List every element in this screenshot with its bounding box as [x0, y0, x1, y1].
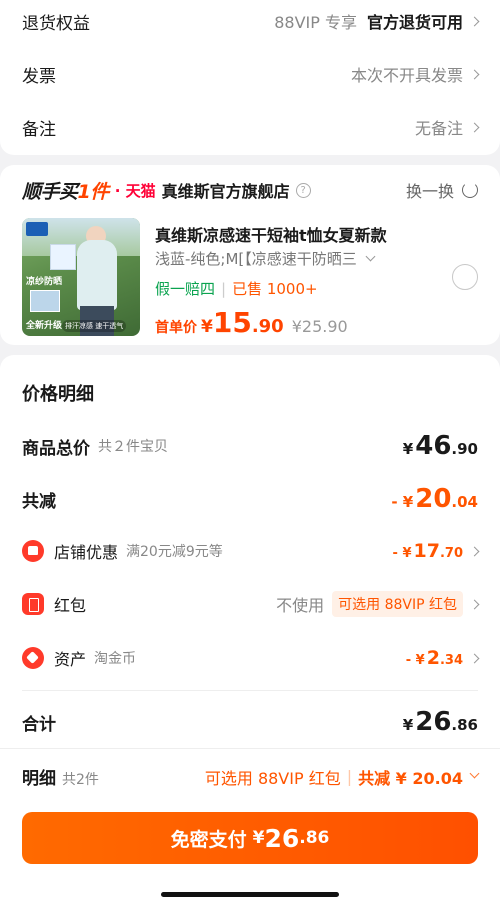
assets-row[interactable]: 资产 淘金币 - ¥2.34: [22, 645, 480, 671]
product-title[interactable]: 真维斯凉感速干短袖t恤女夏新款: [155, 222, 387, 246]
red-packet-icon: [22, 593, 44, 615]
red-packet-value: 不使用: [276, 596, 325, 615]
shunshou-logo: 顺手买1件: [22, 180, 109, 203]
store-icon: [22, 540, 44, 562]
help-icon[interactable]: ?: [295, 182, 311, 198]
total-row: 合计 ¥26.86: [22, 707, 478, 737]
home-indicator[interactable]: [161, 892, 339, 897]
reduce-summary: 共减 ¥ 20.04: [358, 768, 463, 788]
price-detail-title: 价格明细: [22, 384, 94, 405]
assets-amount: - ¥2.34: [405, 647, 463, 669]
note-value: 无备注: [414, 119, 463, 138]
pay-button[interactable]: 免密支付 ¥ 26 .86: [22, 812, 478, 864]
original-price: ¥25.90: [291, 317, 348, 336]
product-thumbnail[interactable]: 凉纱防晒 全新升级 排汗凉感 速干透气: [22, 218, 140, 336]
returns-row[interactable]: 退货权益 88VIP 专享 官方退货可用: [22, 8, 480, 34]
product-price: 首单价 ¥ 15 .90 ¥25.90: [155, 306, 348, 339]
store-header: 顺手买1件 · 天猫 真维斯官方旗舰店 ? 换一换: [22, 177, 478, 203]
store-name[interactable]: 真维斯官方旗舰店: [162, 178, 290, 202]
chevron-right-icon: [469, 69, 480, 79]
brand-badge: [26, 222, 48, 236]
swap-button[interactable]: 换一换: [406, 178, 478, 202]
detail-summary-row[interactable]: 明细 共2件 可选用 88VIP 红包 | 共减 ¥ 20.04: [22, 764, 480, 789]
swap-label: 换一换: [405, 182, 454, 201]
thumb-text: 凉纱防晒: [26, 277, 63, 287]
detail-label: 明细: [22, 769, 56, 789]
vip-red-packet-tag[interactable]: 可选用 88VIP 红包: [332, 591, 463, 617]
invoice-value: 本次不开具发票: [350, 66, 463, 85]
reduction-row: 共减 - ¥20.04: [22, 484, 478, 514]
chevron-down-icon: [365, 251, 376, 262]
product-spec: 浅蓝-纯色;M[【凉感速干防晒三: [155, 250, 357, 268]
returns-tag: 88VIP 专享: [274, 13, 357, 32]
thumb-text: 全新升级: [26, 321, 63, 331]
product-tags: 假一赔四 | 已售 1000+: [155, 279, 318, 299]
reduction-amount: - ¥20.04: [391, 484, 478, 514]
invoice-label: 发票: [22, 66, 56, 87]
order-options-card: 退货权益 88VIP 专享 官方退货可用 发票 本次不开具发票 备注 无备注: [0, 0, 500, 155]
store-discount-row[interactable]: 店铺优惠 满20元减9元等 - ¥17.70: [22, 538, 480, 564]
first-price-label: 首单价: [155, 320, 197, 336]
divider: [22, 690, 478, 691]
fabric-swatch: [30, 290, 60, 312]
chevron-right-icon: [469, 16, 480, 26]
returns-label: 退货权益: [22, 13, 90, 34]
goods-total-row: 商品总价 共２件宝贝 ¥46.90: [22, 431, 478, 461]
invoice-row[interactable]: 发票 本次不开具发票: [22, 61, 480, 87]
red-packet-row[interactable]: 红包 不使用 可选用 88VIP 红包: [22, 591, 480, 617]
guarantee-tag: 假一赔四: [155, 280, 216, 298]
chevron-right-icon: [469, 599, 480, 609]
vip-hint: 可选用 88VIP 红包: [204, 768, 341, 788]
promo-box: [50, 244, 76, 270]
returns-value: 官方退货可用: [366, 13, 463, 32]
chevron-right-icon: [469, 122, 480, 132]
refresh-icon: [462, 182, 478, 198]
store-discount-amount: - ¥17.70: [392, 540, 463, 562]
note-label: 备注: [22, 119, 56, 140]
item-count: 共2件: [62, 772, 99, 788]
chevron-right-icon: [469, 546, 480, 556]
thumb-text: 排汗凉感 速干透气: [62, 320, 127, 332]
goods-total-amount: ¥46.90: [402, 431, 478, 461]
tmall-logo: · 天猫: [114, 181, 156, 200]
total-amount: ¥26.86: [402, 707, 478, 737]
sold-count: 已售 1000+: [232, 280, 318, 298]
product-spec-selector[interactable]: 浅蓝-纯色;M[【凉感速干防晒三: [155, 248, 376, 269]
select-product-radio[interactable]: [452, 264, 478, 290]
coin-icon: [22, 647, 44, 669]
double-chevron-down-icon: [469, 768, 480, 779]
chevron-right-icon: [469, 653, 480, 663]
note-row[interactable]: 备注 无备注: [22, 114, 480, 140]
